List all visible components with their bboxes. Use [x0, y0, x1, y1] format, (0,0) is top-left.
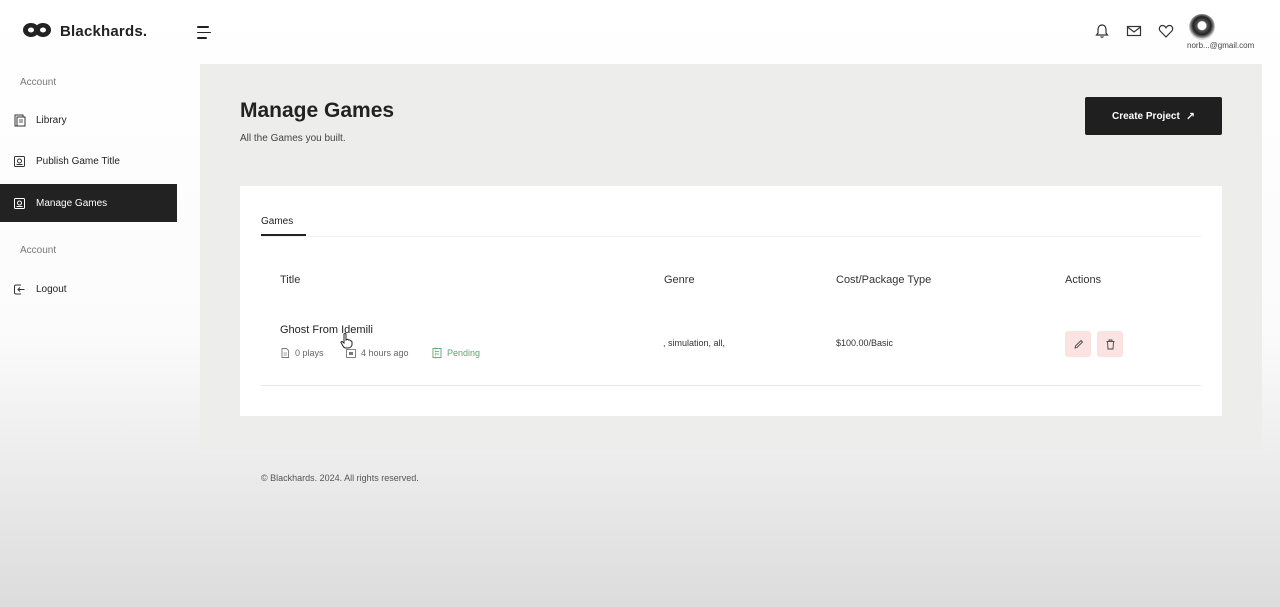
- edit-button[interactable]: [1065, 331, 1091, 357]
- bell-icon[interactable]: [1094, 23, 1110, 39]
- hamburger-menu-icon[interactable]: [197, 26, 213, 40]
- plays-count: 0 plays: [295, 348, 324, 358]
- column-header-cost: Cost/Package Type: [836, 274, 932, 286]
- trash-icon: [1106, 339, 1114, 349]
- brand-logo-icon: [23, 23, 51, 37]
- page-title: Manage Games: [240, 99, 395, 122]
- main-panel: Manage Games All the Games you built. Cr…: [200, 64, 1262, 450]
- status-text: Pending: [447, 348, 481, 358]
- delete-button[interactable]: [1097, 331, 1123, 357]
- top-bar: Blackhards. norb...@gmail.com: [0, 0, 1280, 64]
- create-project-button[interactable]: Create Project ↗: [1085, 97, 1222, 135]
- publish-icon: [14, 155, 25, 167]
- row-divider: [261, 385, 1201, 386]
- genre-cell: , simulation, all,: [663, 338, 726, 348]
- game-title-link[interactable]: Ghost From Idemili: [280, 324, 373, 336]
- footer-copyright: © Blackhards. 2024. All rights reserved.: [261, 473, 419, 483]
- arrow-up-right-icon: ↗: [1185, 110, 1196, 123]
- brand-name: Blackhards.: [60, 22, 148, 40]
- heart-icon[interactable]: [1158, 23, 1174, 39]
- library-icon: [14, 114, 26, 126]
- sidebar-item-library[interactable]: Library: [0, 101, 177, 139]
- pending-icon: [432, 348, 442, 358]
- user-avatar[interactable]: [1189, 14, 1215, 40]
- page-subtitle: All the Games you built.: [240, 133, 346, 144]
- sidebar-item-manage-games[interactable]: Manage Games: [0, 184, 177, 222]
- games-card: Games Title Genre Cost/Package Type Acti…: [240, 186, 1222, 416]
- sidebar-item-label: Library: [36, 114, 67, 126]
- user-email: norb...@gmail.com: [1187, 41, 1255, 50]
- manage-icon: [14, 197, 25, 209]
- column-header-title: Title: [280, 274, 301, 286]
- document-icon: [281, 348, 289, 358]
- sidebar-section-account-2: Account: [20, 245, 57, 256]
- hand-cursor-icon: [340, 333, 353, 349]
- create-project-label: Create Project: [1111, 110, 1180, 122]
- time-ago: 4 hours ago: [361, 348, 409, 358]
- mail-icon[interactable]: [1126, 23, 1142, 39]
- sidebar-item-label: Manage Games: [36, 197, 108, 209]
- logout-icon: [14, 284, 25, 294]
- sidebar-item-publish-game-title[interactable]: Publish Game Title: [0, 142, 177, 180]
- plays-meta: 0 plays: [280, 348, 324, 358]
- column-header-actions: Actions: [1065, 274, 1102, 286]
- pencil-icon: [1073, 339, 1083, 349]
- sidebar-item-label: Logout: [36, 283, 67, 295]
- sidebar-item-label: Publish Game Title: [36, 155, 120, 167]
- column-header-genre: Genre: [664, 274, 695, 286]
- time-meta: 4 hours ago: [346, 348, 409, 358]
- status-badge: Pending: [432, 348, 480, 358]
- sidebar-item-logout[interactable]: Logout: [0, 270, 177, 308]
- tab-games[interactable]: Games: [261, 216, 306, 236]
- brand[interactable]: Blackhards.: [22, 20, 147, 42]
- cost-cell: $100.00/Basic: [836, 338, 894, 348]
- calendar-icon: [346, 349, 356, 358]
- tab-divider: [261, 236, 1201, 237]
- sidebar-section-account: Account: [20, 77, 57, 88]
